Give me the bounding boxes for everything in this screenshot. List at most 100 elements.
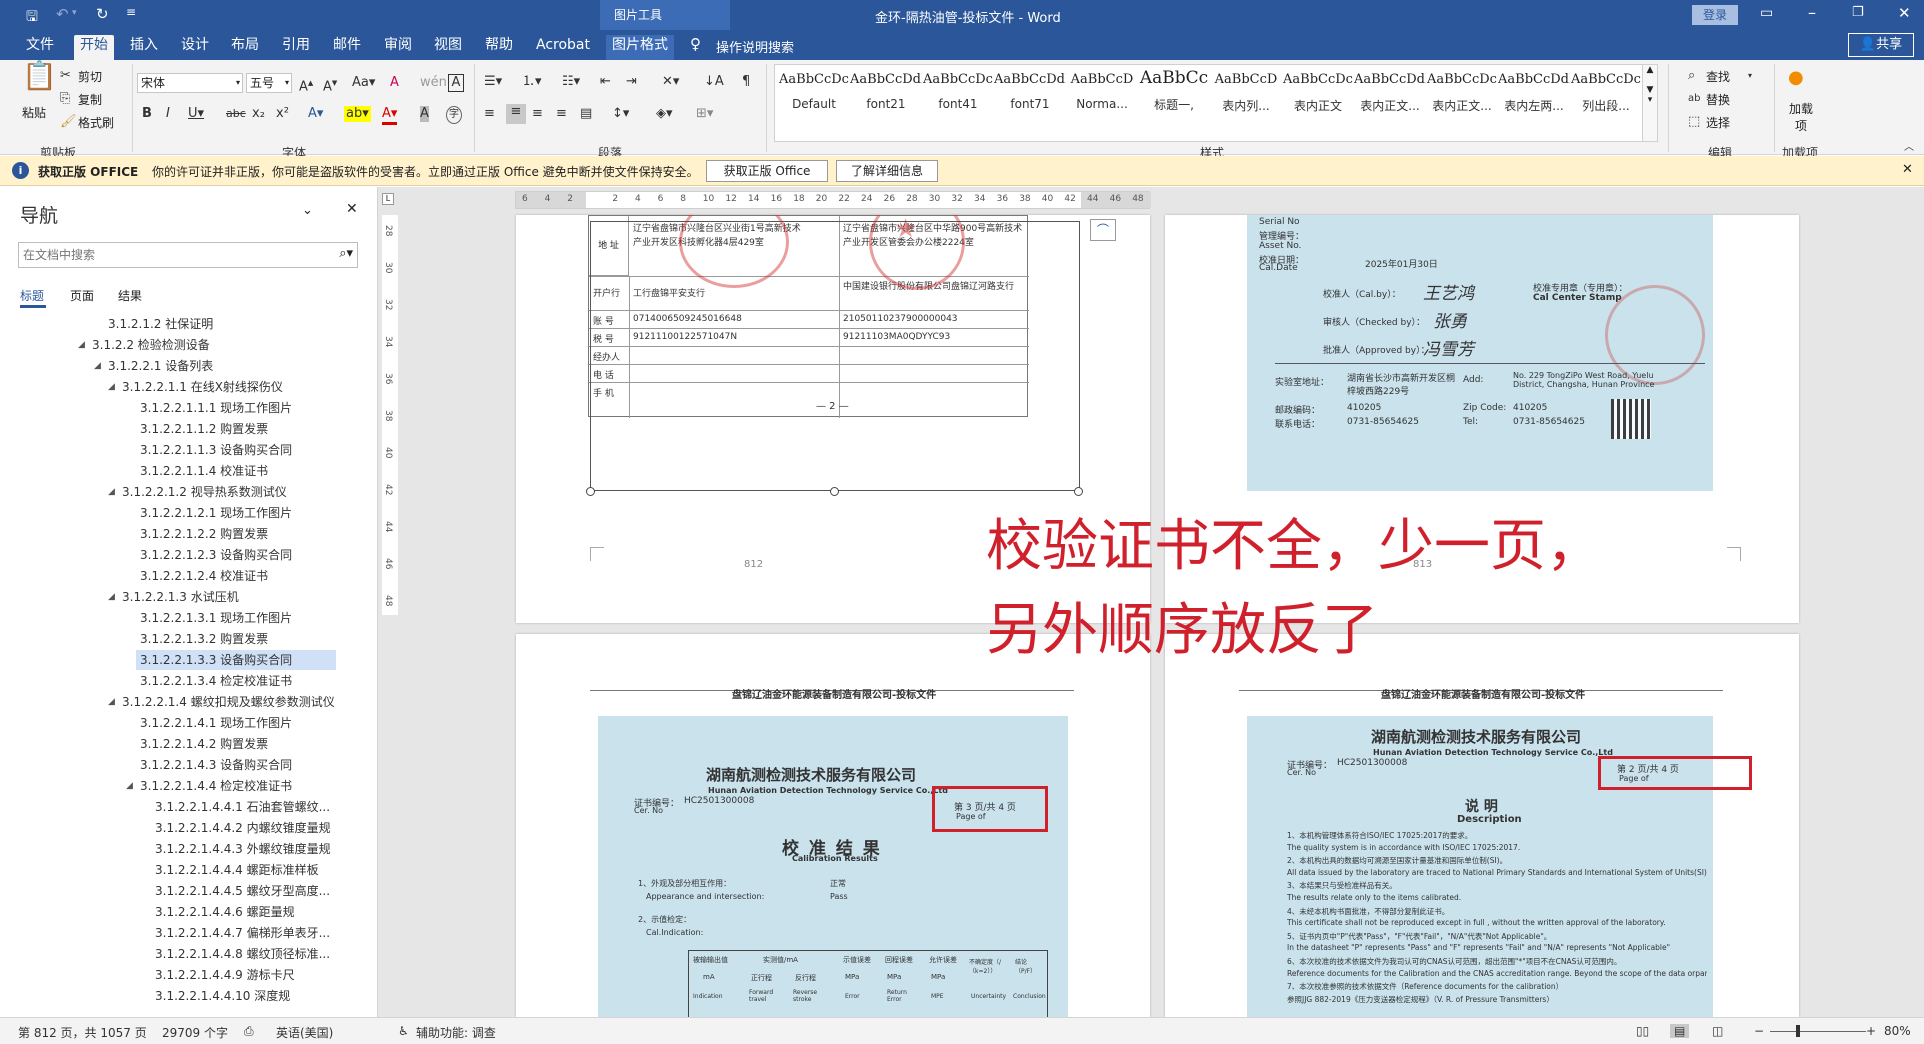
multilevel-list-icon[interactable]: ☷▾ — [562, 74, 580, 90]
nav-options-icon[interactable]: ⌄ — [302, 203, 313, 218]
replace-button[interactable]: 替换 — [1706, 91, 1730, 108]
nav-heading-item[interactable]: 3.1.2.2.1.4.4.2 内螺纹锥度量规 — [155, 818, 331, 838]
collapse-triangle-icon[interactable]: ◢ — [108, 592, 115, 602]
font-color-icon[interactable]: A▾ — [382, 106, 398, 125]
font-name-combo[interactable]: 宋体 ▾ — [137, 73, 243, 93]
nav-heading-item[interactable]: 3.1.2.2 检验检测设备 — [92, 335, 210, 355]
tab-review[interactable]: 审阅 — [378, 35, 418, 60]
paste-button[interactable]: 粘贴 — [22, 104, 46, 121]
tab-picture-format[interactable]: 图片格式 — [606, 35, 674, 60]
subscript-icon[interactable]: x₂ — [252, 106, 265, 122]
image-selection-frame[interactable] — [590, 221, 1080, 491]
style-item[interactable]: AaBbCcDc 表内正文... — [1426, 66, 1498, 122]
resize-handle-br[interactable] — [1074, 487, 1083, 496]
nav-heading-item[interactable]: 3.1.2.2.1.4.4.10 深度规 — [155, 986, 290, 1006]
format-painter-button[interactable]: 格式刷 — [78, 114, 114, 131]
resize-handle-bl[interactable] — [586, 487, 595, 496]
addins-icon[interactable]: ● — [1788, 69, 1804, 87]
vertical-ruler[interactable]: L 28 30 32 34 36 38 40 42 44 46 48 — [378, 187, 402, 1017]
style-item[interactable]: AaBbCcDc 列出段... — [1570, 66, 1642, 122]
minimize-icon[interactable]: – — [1808, 3, 1816, 22]
collapse-triangle-icon[interactable]: ◢ — [94, 361, 101, 371]
style-item[interactable]: AaBbCcD 表内列... — [1210, 66, 1282, 122]
nav-heading-item[interactable]: 3.1.2.2.1.4.4.9 游标卡尺 — [155, 965, 295, 985]
tab-design[interactable]: 设计 — [175, 35, 215, 60]
line-spacing-icon[interactable]: ↕▾ — [612, 106, 629, 122]
tab-help[interactable]: 帮助 — [479, 35, 519, 60]
resize-handle-b[interactable] — [830, 487, 839, 496]
read-mode-icon[interactable]: ▯▯ — [1636, 1024, 1649, 1038]
share-button[interactable]: 👤共享 — [1848, 33, 1914, 57]
nav-heading-item[interactable]: 3.1.2.2.1.2.3 设备购买合同 — [140, 545, 292, 565]
nav-heading-item[interactable]: 3.1.2.2.1.1.3 设备购买合同 — [140, 440, 292, 460]
web-layout-icon[interactable]: ◫ — [1712, 1024, 1723, 1038]
nav-heading-item[interactable]: 3.1.2.2.1.3.2 购置发票 — [140, 629, 268, 649]
style-item[interactable]: AaBbCcDc 表内正文 — [1282, 66, 1354, 122]
nav-heading-item[interactable]: 3.1.2.2.1.4.3 设备购买合同 — [140, 755, 292, 775]
strikethrough-icon[interactable]: abc — [226, 106, 246, 122]
undo-dropdown-icon[interactable]: ▾ — [72, 8, 77, 18]
tab-mailings[interactable]: 邮件 — [327, 35, 367, 60]
nav-heading-item[interactable]: 3.1.2.2.1.4.4.5 螺纹牙型高度... — [155, 881, 330, 901]
char-border-icon[interactable]: A — [448, 74, 464, 92]
nav-heading-item[interactable]: 3.1.2.2.1.4.2 购置发票 — [140, 734, 268, 754]
increase-indent-icon[interactable]: ⇥ — [626, 74, 637, 90]
status-language[interactable]: 英语(美国) — [276, 1024, 333, 1041]
nav-heading-item[interactable]: 3.1.2.2.1.4 螺纹扣规及螺纹参数测试仪 — [122, 692, 335, 712]
redo-icon[interactable]: ↻ — [96, 5, 109, 23]
borders-icon[interactable]: ⊞▾ — [696, 106, 713, 122]
select-button[interactable]: 选择 — [1706, 114, 1730, 131]
chinese-layout-icon[interactable]: ✕▾ — [662, 74, 679, 90]
nav-heading-item[interactable]: 3.1.2.2.1.4.4 检定校准证书 — [140, 776, 292, 796]
tab-home[interactable]: 开始 — [74, 35, 114, 60]
enclose-char-icon[interactable]: 字 — [446, 106, 462, 124]
tab-references[interactable]: 引用 — [276, 35, 316, 60]
underline-icon[interactable]: U▾ — [188, 106, 204, 122]
style-item[interactable]: AaBbCcDdEe font71 — [994, 66, 1066, 122]
nav-heading-item[interactable]: 3.1.2.2.1.4.4.8 螺纹顶径标准... — [155, 944, 330, 964]
nav-heading-item[interactable]: 3.1.2.2.1.4.4.4 螺距标准样板 — [155, 860, 319, 880]
close-icon[interactable]: ✕ — [1898, 4, 1911, 22]
nav-search-input[interactable] — [23, 244, 323, 266]
print-layout-icon[interactable]: ▤ — [1670, 1024, 1690, 1038]
message-close-icon[interactable]: ✕ — [1902, 162, 1913, 177]
tell-me-search[interactable]: 操作说明搜索 — [716, 37, 794, 56]
nav-heading-item[interactable]: 3.1.2.2.1.2.1 现场工作图片 — [140, 503, 292, 523]
nav-heading-item[interactable]: 3.1.2.2.1.4.4.7 偏梯形单表牙... — [155, 923, 330, 943]
find-dropdown-icon[interactable]: ▾ — [1748, 68, 1752, 84]
nav-heading-item[interactable]: 3.1.2.2.1.3 水试压机 — [122, 587, 239, 607]
highlight-icon[interactable]: ab▾ — [344, 106, 371, 122]
nav-heading-item[interactable]: 3.1.2.2.1.4.4.6 螺距量规 — [155, 902, 295, 922]
shading-icon[interactable]: ◈▾ — [656, 106, 673, 122]
collapse-triangle-icon[interactable]: ◢ — [78, 340, 85, 350]
customize-qat-icon[interactable]: ≡ — [126, 5, 136, 19]
save-icon[interactable]: 🖫 — [26, 6, 38, 30]
tab-layout[interactable]: 布局 — [225, 35, 265, 60]
text-effects-icon[interactable]: A▾ — [308, 106, 323, 122]
collapse-triangle-icon[interactable]: ◢ — [126, 781, 133, 791]
nav-heading-item[interactable]: 3.1.2.2.1.2.2 购置发票 — [140, 524, 268, 544]
restore-icon[interactable]: ❐ — [1852, 5, 1864, 20]
zoom-in-icon[interactable]: + — [1866, 1024, 1876, 1038]
phonetic-icon[interactable]: wén — [420, 75, 447, 91]
cut-button[interactable]: 剪切 — [78, 68, 102, 85]
addins-button[interactable]: 加载项 — [1786, 100, 1816, 134]
nav-heading-item[interactable]: 3.1.2.2.1.2 视导热系数测试仪 — [122, 482, 287, 502]
change-case-icon[interactable]: Aa▾ — [352, 75, 375, 91]
italic-icon[interactable]: I — [166, 106, 170, 122]
clear-format-icon[interactable]: A — [390, 75, 399, 91]
copy-button[interactable]: 复制 — [78, 91, 102, 108]
tab-file[interactable]: 文件 — [20, 35, 60, 60]
collapse-triangle-icon[interactable]: ◢ — [108, 697, 115, 707]
page-815[interactable]: 盘锦辽油金环能源装备制造有限公司-投标文件 湖南航测检测技术服务有限公司 Hun… — [1165, 634, 1799, 1017]
zoom-slider[interactable] — [1770, 1031, 1866, 1032]
ribbon-display-icon[interactable]: ▭ — [1760, 5, 1773, 21]
bold-icon[interactable]: B — [142, 106, 152, 122]
bullets-icon[interactable]: ☰▾ — [484, 74, 502, 90]
nav-tab-pages[interactable]: 页面 — [70, 287, 94, 304]
tab-acrobat[interactable]: Acrobat — [530, 35, 596, 60]
learn-more-button[interactable]: 了解详细信息 — [836, 160, 938, 182]
collapse-triangle-icon[interactable]: ◢ — [108, 382, 115, 392]
nav-heading-item[interactable]: 3.1.2.2.1.4.1 现场工作图片 — [140, 713, 292, 733]
grow-font-icon[interactable]: A▲ — [299, 75, 313, 95]
